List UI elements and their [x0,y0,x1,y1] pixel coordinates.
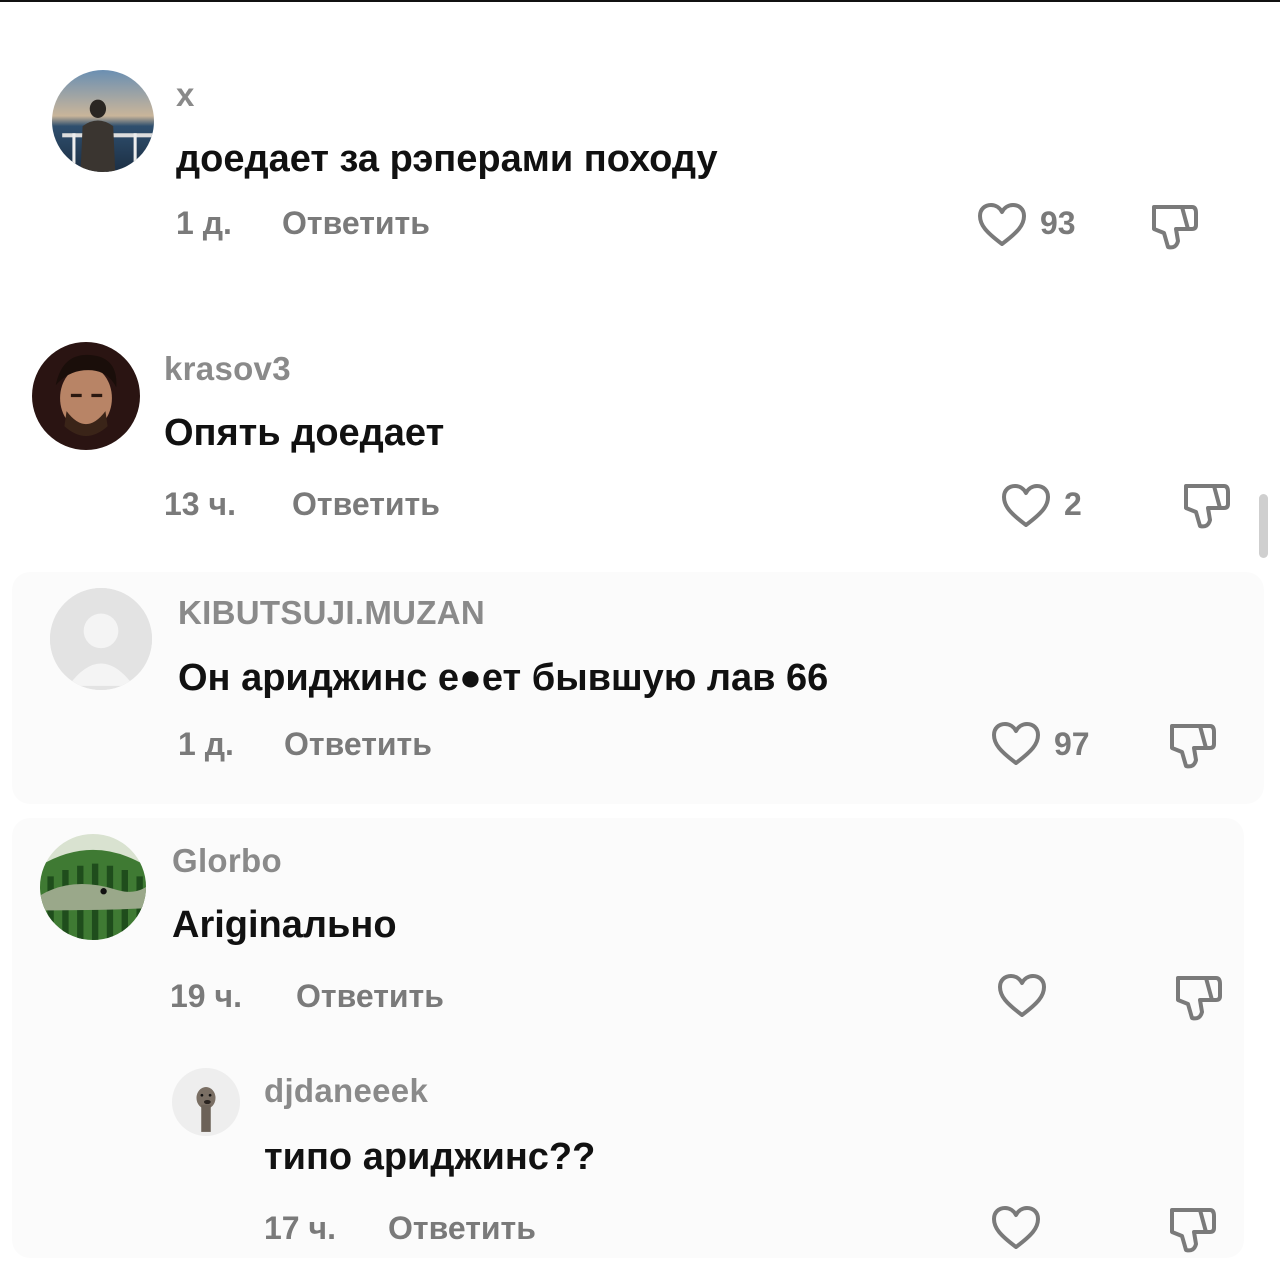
reply-button[interactable]: Ответить [282,205,430,242]
comment-username[interactable]: Glorbo [172,842,282,880]
heart-outline-icon [992,722,1040,765]
dislike-button[interactable] [1170,970,1224,1024]
comment-timestamp: 1 д. [178,726,234,762]
like-button[interactable] [996,972,1048,1020]
thumbs-down-outline-icon [1184,484,1230,529]
dislike-button[interactable] [1164,718,1218,772]
reply-button[interactable]: Ответить [292,486,440,523]
reply-button[interactable]: Ответить [296,978,444,1015]
comment-timestamp: 17 ч. [264,1210,336,1246]
thumbs-down-outline-icon [1170,724,1216,769]
heart-outline-icon [998,974,1046,1017]
avatar-photo [52,70,154,172]
heart-outline-icon [992,1206,1040,1249]
comment-text: Опять доедает [164,412,445,454]
dislike-button[interactable] [1178,478,1232,532]
comment-username[interactable]: djdaneeek [264,1072,428,1110]
comment-timestamp: 19 ч. [170,978,242,1014]
like-button[interactable] [1000,482,1052,530]
avatar-photo [172,1068,240,1136]
comment-username[interactable]: x [176,76,195,114]
comment-text: доедает за рэперами походу [176,138,718,180]
like-count: 93 [1040,205,1076,241]
like-button[interactable] [990,1204,1042,1252]
avatar[interactable] [40,834,146,940]
default-avatar-icon [50,588,152,690]
reply-comment-item: djdaneeek типо ариджинс?? 17 ч. Ответить [0,1050,1280,1262]
thumbs-down-outline-icon [1170,1208,1216,1253]
like-button[interactable] [990,720,1042,768]
comment-text: типо ариджинс?? [264,1136,596,1178]
heart-outline-icon [1002,484,1050,527]
dislike-button[interactable] [1164,1202,1218,1256]
reply-button[interactable]: Ответить [388,1210,536,1247]
like-button[interactable] [976,201,1028,249]
comment-item: KIBUTSUJI.MUZAN Он ариджинс е●ет бывшую … [0,560,1280,810]
like-count: 97 [1054,726,1090,762]
thumbs-down-outline-icon [1152,205,1198,250]
dislike-button[interactable] [1146,199,1200,253]
comment-timestamp: 13 ч. [164,486,236,522]
thumbs-down-outline-icon [1176,976,1222,1021]
comment-username[interactable]: krasov3 [164,350,291,388]
avatar[interactable] [52,70,154,172]
comment-item: x доедает за рэперами походу 1 д. Ответи… [0,0,1280,290]
avatar[interactable] [50,588,152,690]
comment-item: krasov3 Опять доедает 13 ч. Ответить 2 [0,290,1280,560]
avatar[interactable] [32,342,140,450]
comment-timestamp: 1 д. [176,205,232,241]
comment-text: Ariginально [172,904,397,946]
avatar[interactable] [172,1068,240,1136]
reply-button[interactable]: Ответить [284,726,432,763]
comment-item: Glorbo Ariginально 19 ч. Ответить [0,810,1280,1050]
comment-username[interactable]: KIBUTSUJI.MUZAN [178,594,485,632]
like-count: 2 [1064,486,1082,522]
heart-outline-icon [978,203,1026,246]
avatar-photo [40,834,146,940]
comment-text: Он ариджинс е●ет бывшую лав 66 [178,657,829,699]
avatar-photo [32,342,140,450]
